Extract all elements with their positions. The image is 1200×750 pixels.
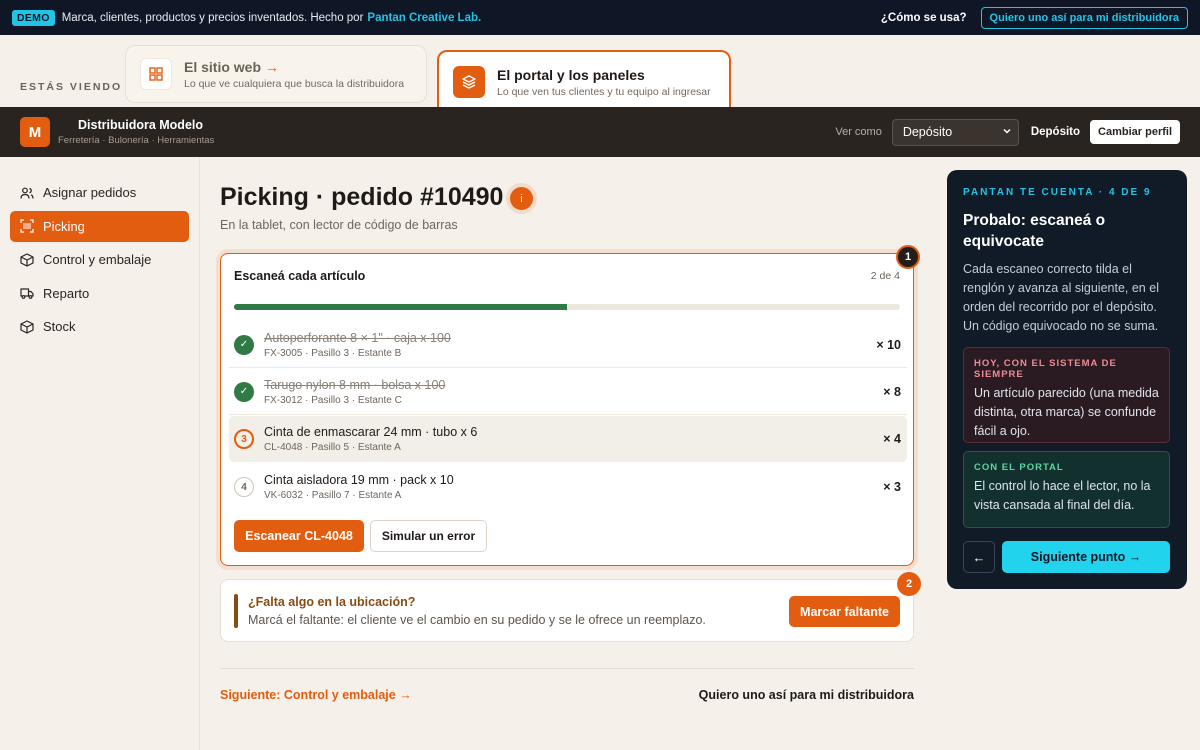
step-number: 3: [234, 429, 254, 449]
old-way-text: Un artículo parecido (una medida distint…: [974, 386, 1159, 438]
pick-row: ✓ Tarugo nylon 8 mm · bolsa x 100 FX-3012…: [229, 369, 907, 415]
scan-progress-bar: [234, 304, 900, 310]
pick-item-name: Cinta aisladora 19 mm · pack x 10: [264, 473, 454, 487]
brand-name: Distribuidora Modelo: [78, 118, 203, 132]
missing-item-card: ¿Falta algo en la ubicación? Marcá el fa…: [220, 579, 914, 642]
step-number: 4: [234, 477, 254, 497]
pick-item-qty: × 10: [876, 337, 901, 352]
mark-missing-button[interactable]: Marcar faltante: [789, 596, 900, 627]
pick-row: ✓ Autoperforante 8 × 1" · caja x 100 FX-3…: [229, 322, 907, 368]
scan-progress-fill: [234, 304, 567, 310]
guide-title: Probalo: escaneá o equivocate: [963, 212, 1106, 250]
divider: [220, 668, 914, 669]
simulate-error-button[interactable]: Simular un error: [370, 520, 487, 552]
scan-card: Escaneá cada artículo 2 de 4 ✓ Autoperfo…: [220, 253, 914, 566]
demo-bar: DEMO Marca, clientes, productos y precio…: [0, 0, 1200, 35]
sidebar-item-stock[interactable]: Stock: [10, 311, 189, 342]
how-to-link[interactable]: ¿Cómo se usa?: [881, 12, 967, 24]
pick-item-name: Autoperforante 8 × 1" · caja x 100: [264, 330, 451, 345]
demo-bar-actions: ¿Cómo se usa? Quiero uno así para mi dis…: [881, 6, 1188, 29]
tab-sitio-web-title: El sitio web →: [184, 58, 279, 75]
layers-icon: [453, 66, 485, 98]
change-profile-button[interactable]: Cambiar perfil: [1090, 120, 1180, 144]
users-icon: [20, 186, 34, 200]
want-one-button[interactable]: Quiero uno así para mi distribuidora: [980, 6, 1188, 29]
cube-icon: [20, 319, 34, 334]
app-header: M Distribuidora Modelo Ferretería · Bulo…: [0, 107, 1200, 157]
tour-step-2[interactable]: 2: [897, 572, 921, 596]
new-way-kicker: CON EL PORTAL: [974, 462, 1064, 473]
tab-sitio-web-subtitle: Lo que ve cualquiera que busca la distri…: [184, 77, 405, 90]
pick-item-location: VK-6032 · Pasillo 7 · Estante A: [264, 490, 402, 501]
tab-portal-subtitle: Lo que ven tus clientes y tu equipo al i…: [497, 85, 711, 98]
scan-icon: [20, 219, 34, 233]
guide-new-way-box: CON EL PORTAL El control lo hace el lect…: [963, 451, 1170, 528]
tab-portal-title: El portal y los paneles: [497, 66, 645, 83]
sidebar-item-reparto[interactable]: Reparto: [10, 278, 189, 309]
chevron-down-icon: [1002, 125, 1012, 139]
brand-tagline: Ferretería · Bulonería · Herramientas: [58, 135, 215, 146]
sidebar-item-label: Control y embalaje: [43, 252, 152, 267]
next-section-link[interactable]: Siguiente: Control y embalaje →: [220, 688, 412, 702]
page-title: Picking · pedido #10490: [220, 183, 504, 211]
pick-item-location: FX-3005 · Pasillo 3 · Estante B: [264, 347, 402, 359]
guide-body: Cada escaneo correcto tilda el renglón y…: [963, 262, 1159, 333]
check-icon: ✓: [234, 381, 254, 402]
pick-item-qty: × 8: [883, 384, 901, 399]
sidebar-item-control-embalaje[interactable]: Control y embalaje: [10, 244, 189, 275]
view-as-label: Ver como: [835, 126, 882, 138]
box-icon: [20, 252, 34, 267]
demo-text: Marca, clientes, productos y precios inv…: [61, 11, 364, 24]
tour-step-1[interactable]: 1: [896, 245, 920, 269]
grid-icon: [140, 58, 172, 90]
guide-panel: PANTAN TE CUENTA · 4 DE 9 Probalo: escan…: [947, 170, 1187, 589]
scan-progress-count: 2 de 4: [870, 270, 900, 282]
sidebar-item-label: Stock: [43, 319, 76, 334]
sidebar: Asignar pedidos Picking Control y embala…: [0, 157, 200, 750]
pick-row: 4 Cinta aisladora 19 mm · pack x 10 VK-60…: [229, 464, 907, 510]
guide-old-way-box: HOY, CON EL SISTEMA DE SIEMPRE Un artícu…: [963, 347, 1170, 443]
info-icon[interactable]: i: [510, 187, 533, 210]
missing-description: Marcá el faltante: el cliente ve el camb…: [248, 613, 706, 627]
want-one-link[interactable]: Quiero uno así para mi distribuidora: [699, 688, 914, 702]
scan-button[interactable]: Escanear CL-4048: [234, 520, 364, 552]
sidebar-item-label: Picking: [43, 218, 85, 234]
role-select[interactable]: Depósito: [891, 118, 1019, 146]
pick-item-location: FX-3012 · Pasillo 3 · Estante C: [264, 394, 402, 406]
sidebar-item-asignar-pedidos[interactable]: Asignar pedidos: [10, 177, 189, 208]
brand-logo: M: [20, 117, 50, 147]
pick-row-current: 3 Cinta de enmascarar 24 mm · tubo x 6 CL…: [229, 416, 907, 462]
pick-item-name: Tarugo nylon 8 mm · bolsa x 100: [264, 377, 446, 392]
pick-item-qty: × 4: [883, 432, 901, 446]
sidebar-item-picking[interactable]: Picking: [10, 210, 189, 242]
missing-question: ¿Falta algo en la ubicación?: [248, 595, 416, 609]
guide-next-button[interactable]: Siguiente punto →: [1002, 541, 1170, 573]
truck-icon: [20, 286, 34, 300]
demo-badge: DEMO: [12, 9, 55, 26]
pick-item-qty: × 3: [883, 480, 901, 494]
header-actions: Ver como Depósito Depósito Cambiar perfi…: [835, 118, 1180, 146]
tab-portal[interactable]: El portal y los paneles Lo que ven tus c…: [437, 50, 731, 112]
guide-back-button[interactable]: ←: [963, 541, 995, 573]
viewing-label: ESTÁS VIENDO: [20, 81, 123, 93]
old-way-kicker: HOY, CON EL SISTEMA DE SIEMPRE: [974, 358, 1117, 380]
pick-item-name: Cinta de enmascarar 24 mm · tubo x 6: [264, 425, 478, 439]
guide-kicker: PANTAN TE CUENTA · 4 DE 9: [963, 187, 1152, 198]
sidebar-item-label: Asignar pedidos: [43, 185, 137, 200]
brand: Distribuidora Modelo Ferretería · Bulone…: [58, 118, 214, 146]
check-icon: ✓: [234, 334, 254, 355]
sidebar-item-label: Reparto: [43, 285, 90, 301]
tab-sitio-web[interactable]: El sitio web → Lo que ve cualquiera que …: [125, 45, 427, 103]
accent-bar: [234, 594, 238, 628]
pick-item-location: CL-4048 · Pasillo 5 · Estante A: [264, 442, 401, 453]
page-subtitle: En la tablet, con lector de código de ba…: [220, 218, 458, 232]
role-select-value: Depósito: [902, 125, 953, 139]
scan-card-heading: Escaneá cada artículo: [234, 269, 366, 283]
new-way-text: El control lo hace el lector, no la vist…: [974, 479, 1151, 512]
current-role: Depósito: [1030, 126, 1081, 138]
lab-link[interactable]: Pantan Creative Lab.: [367, 12, 481, 24]
